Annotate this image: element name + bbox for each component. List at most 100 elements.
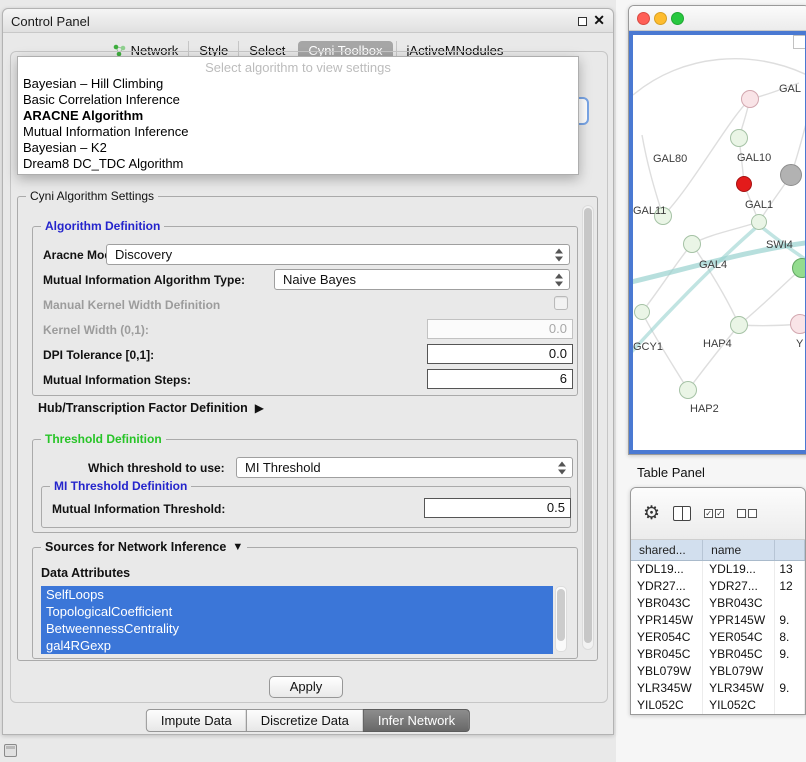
dropdown-item[interactable]: Bayesian – Hill Climbing bbox=[18, 76, 578, 92]
network-node[interactable] bbox=[736, 176, 752, 192]
dropdown-item[interactable]: Bayesian – K2 bbox=[18, 140, 578, 156]
cell-shared: YIL052C bbox=[631, 697, 703, 714]
cell-extra: 9. bbox=[775, 646, 805, 663]
cell-name: YPR145W bbox=[703, 612, 775, 629]
control-panel-titlebar[interactable]: Control Panel ✕ bbox=[3, 9, 613, 33]
tab-discretize-data[interactable]: Discretize Data bbox=[246, 709, 364, 732]
float-window-icon[interactable] bbox=[578, 17, 587, 26]
sources-title: Sources for Network Inference bbox=[45, 540, 226, 554]
attribute-item-selected[interactable]: TopologicalCoefficient bbox=[41, 603, 553, 620]
cell-shared: YER054C bbox=[631, 629, 703, 646]
cell-extra: 8. bbox=[775, 629, 805, 646]
network-node[interactable] bbox=[792, 258, 805, 278]
mac-zoom-icon[interactable] bbox=[671, 12, 684, 25]
tab-infer-network[interactable]: Infer Network bbox=[363, 709, 470, 732]
dropdown-item[interactable]: Mutual Information Inference bbox=[18, 124, 578, 140]
manual-kernel-checkbox[interactable] bbox=[554, 296, 568, 310]
table-row[interactable]: YBR045C YBR045C 9. bbox=[631, 646, 805, 663]
which-threshold-combo[interactable]: MI Threshold bbox=[236, 457, 573, 478]
sources-group: Sources for Network Inference ▼ Data Att… bbox=[32, 547, 578, 659]
network-node[interactable] bbox=[730, 316, 748, 334]
cell-shared: YBL079W bbox=[631, 663, 703, 680]
threshold-definition-title: Threshold Definition bbox=[41, 432, 166, 446]
column-header-extra[interactable] bbox=[775, 540, 805, 560]
network-node[interactable] bbox=[741, 90, 759, 108]
cell-name: YLR345W bbox=[703, 680, 775, 697]
hub-definition-toggle[interactable]: Hub/Transcription Factor Definition ▶ bbox=[38, 401, 264, 415]
collapsed-panel-icon[interactable] bbox=[4, 744, 17, 757]
node-label: GCY1 bbox=[633, 341, 663, 353]
cell-shared: YBR045C bbox=[631, 646, 703, 663]
table-row[interactable]: YLR345W YLR345W 9. bbox=[631, 680, 805, 697]
table-row[interactable]: YBL079W YBL079W bbox=[631, 663, 805, 680]
attribute-item-selected[interactable]: SelfLoops bbox=[41, 586, 553, 603]
select-all-icon[interactable]: ✓ ✓ bbox=[704, 509, 724, 518]
attribute-item-selected[interactable]: BetweennessCentrality bbox=[41, 620, 553, 637]
mi-type-combo[interactable]: Naive Bayes bbox=[274, 269, 570, 290]
table-row[interactable]: YIL052C YIL052C bbox=[631, 697, 805, 714]
sources-toggle[interactable]: Sources for Network Inference ▼ bbox=[41, 540, 247, 554]
aracne-mode-combo[interactable]: Discovery bbox=[106, 244, 570, 265]
mi-threshold-field[interactable]: 0.5 bbox=[424, 498, 571, 518]
settings-scrollbar-thumb[interactable] bbox=[584, 208, 592, 643]
network-node[interactable] bbox=[679, 381, 697, 399]
cell-extra: 13 bbox=[775, 561, 805, 578]
cell-shared: YLR345W bbox=[631, 680, 703, 697]
close-icon[interactable]: ✕ bbox=[593, 12, 605, 29]
network-node[interactable] bbox=[790, 314, 805, 334]
network-node[interactable] bbox=[730, 129, 748, 147]
table-row[interactable]: YER054C YER054C 8. bbox=[631, 629, 805, 646]
mi-steps-field[interactable]: 6 bbox=[427, 369, 573, 389]
cell-name: YDL19... bbox=[703, 561, 775, 578]
network-frame: GAL GAL80 GAL10 GAL11 GAL1 SWI4 GAL4 GCY… bbox=[629, 31, 806, 454]
dropdown-item[interactable]: Basic Correlation Inference bbox=[18, 92, 578, 108]
mi-type-label: Mutual Information Algorithm Type: bbox=[43, 273, 245, 287]
cell-extra: 9. bbox=[775, 612, 805, 629]
table-row[interactable]: YPR145W YPR145W 9. bbox=[631, 612, 805, 629]
network-canvas[interactable]: GAL GAL80 GAL10 GAL11 GAL1 SWI4 GAL4 GCY… bbox=[633, 35, 805, 450]
network-node[interactable] bbox=[780, 164, 802, 186]
network-node[interactable] bbox=[634, 304, 650, 320]
cell-shared: YPR145W bbox=[631, 612, 703, 629]
table-row[interactable]: YDL19... YDL19... 13 bbox=[631, 561, 805, 578]
column-chooser-icon[interactable] bbox=[673, 506, 691, 521]
collapse-down-icon: ▼ bbox=[232, 541, 243, 553]
algorithm-definition-title: Algorithm Definition bbox=[41, 219, 164, 233]
combo-stepper-icon bbox=[555, 248, 564, 261]
dropdown-item-selected[interactable]: ARACNE Algorithm bbox=[18, 108, 578, 124]
mac-close-icon[interactable] bbox=[637, 12, 650, 25]
mi-type-value: Naive Bayes bbox=[283, 272, 356, 287]
canvas-scrollbar-fragment[interactable] bbox=[793, 35, 805, 49]
apply-button[interactable]: Apply bbox=[269, 676, 343, 698]
empty-box-icon bbox=[737, 509, 746, 518]
network-node[interactable] bbox=[751, 214, 767, 230]
mi-threshold-label: Mutual Information Threshold: bbox=[52, 502, 225, 516]
network-node[interactable] bbox=[683, 235, 701, 253]
column-header-shared[interactable]: shared... bbox=[631, 540, 703, 560]
mac-minimize-icon[interactable] bbox=[654, 12, 667, 25]
deselect-all-icon[interactable] bbox=[737, 509, 757, 518]
column-header-name[interactable]: name bbox=[703, 540, 775, 560]
checked-box-icon: ✓ bbox=[715, 509, 724, 518]
hub-definition-label: Hub/Transcription Factor Definition bbox=[38, 401, 248, 415]
network-view-window: GAL GAL80 GAL10 GAL11 GAL1 SWI4 GAL4 GCY… bbox=[628, 5, 806, 455]
tab-impute-data[interactable]: Impute Data bbox=[146, 709, 247, 732]
gear-icon[interactable]: ⚙ bbox=[643, 504, 660, 523]
algorithm-definition-group: Algorithm Definition Aracne Mode: Discov… bbox=[32, 226, 578, 396]
network-window-titlebar[interactable] bbox=[629, 6, 806, 31]
node-label: GAL1 bbox=[745, 199, 773, 211]
attribute-list-scrollbar[interactable] bbox=[555, 586, 567, 652]
dpi-tolerance-field[interactable]: 0.0 bbox=[427, 344, 573, 364]
attribute-item-selected[interactable]: gal4RGexp bbox=[41, 637, 553, 654]
kernel-width-field[interactable]: 0.0 bbox=[427, 319, 573, 339]
mi-threshold-group-title: MI Threshold Definition bbox=[50, 479, 191, 493]
attribute-list-scrollbar-thumb[interactable] bbox=[557, 589, 565, 641]
dropdown-item[interactable]: Dream8 DC_TDC Algorithm bbox=[18, 156, 578, 172]
which-threshold-value: MI Threshold bbox=[245, 460, 321, 475]
table-row[interactable]: YDR27... YDR27... 12 bbox=[631, 578, 805, 595]
table-body: YDL19... YDL19... 13 YDR27... YDR27... 1… bbox=[631, 561, 805, 714]
expand-right-icon: ▶ bbox=[255, 401, 264, 415]
settings-scrollbar[interactable] bbox=[582, 205, 594, 650]
table-row[interactable]: YBR043C YBR043C bbox=[631, 595, 805, 612]
node-label: GAL11 bbox=[633, 205, 666, 217]
